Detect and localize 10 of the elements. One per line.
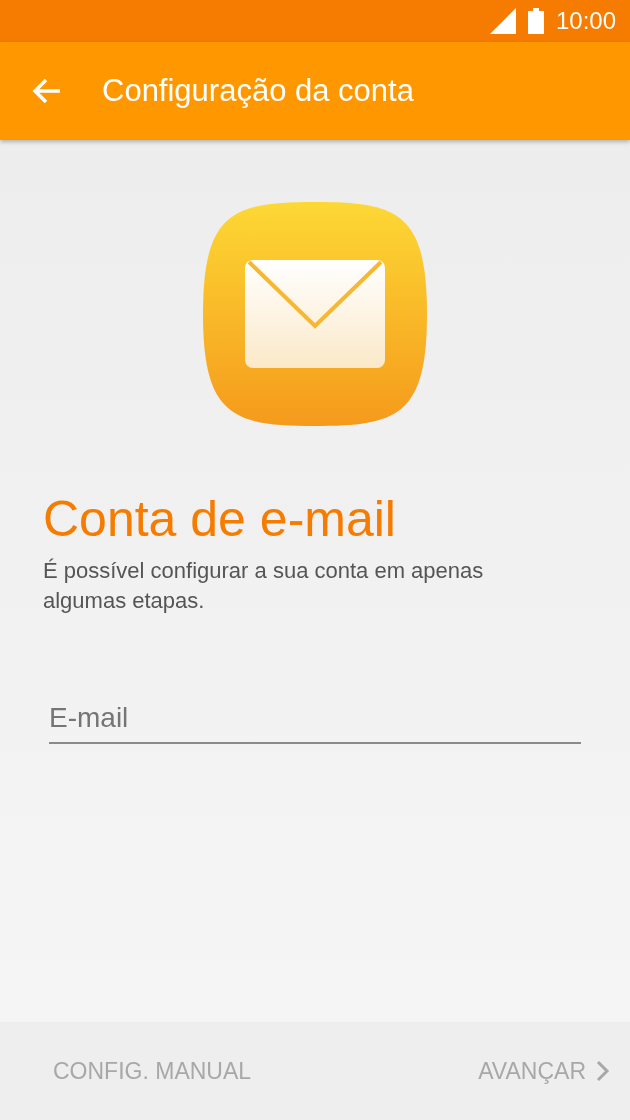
heading: Conta de e-mail	[43, 490, 397, 548]
mail-app-icon	[203, 202, 427, 426]
signal-icon	[489, 8, 516, 34]
app-bar-title: Configuração da conta	[102, 73, 414, 109]
chevron-right-icon	[596, 1060, 610, 1082]
email-field[interactable]: E-mail	[49, 698, 581, 744]
status-time: 10:00	[555, 7, 616, 35]
battery-icon	[527, 8, 544, 34]
back-button[interactable]	[32, 77, 62, 105]
description: É possível configurar a sua conta em apenas algumas etapas.	[43, 557, 485, 615]
